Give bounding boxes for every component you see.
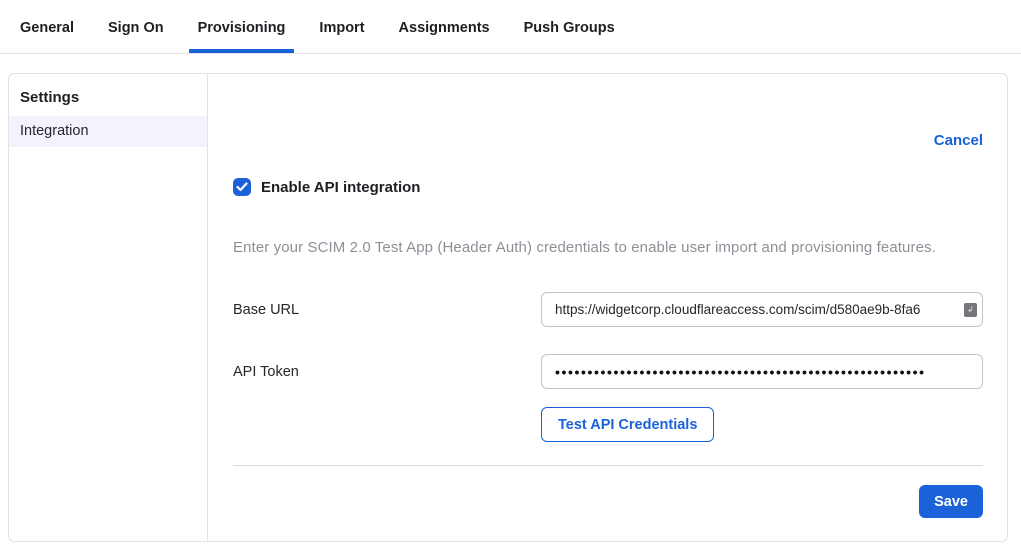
tab-general[interactable]: General <box>11 3 83 53</box>
tab-provisioning[interactable]: Provisioning <box>189 3 295 53</box>
sidebar-heading-settings: Settings <box>9 84 207 116</box>
tab-assignments[interactable]: Assignments <box>390 3 499 53</box>
cancel-link[interactable]: Cancel <box>934 132 983 149</box>
provisioning-card: Settings Integration Cancel Enable API i… <box>8 73 1008 542</box>
enable-api-integration-row: Enable API integration <box>233 178 983 196</box>
api-token-input[interactable] <box>541 354 983 389</box>
test-credentials-row: Test API Credentials <box>233 407 983 442</box>
checkmark-icon <box>236 182 248 192</box>
api-token-row: API Token <box>233 354 983 389</box>
tab-sign-on[interactable]: Sign On <box>99 3 173 53</box>
sidebar-item-integration[interactable]: Integration <box>9 116 207 147</box>
api-token-label: API Token <box>233 364 541 380</box>
app-tab-bar: General Sign On Provisioning Import Assi… <box>0 0 1021 54</box>
base-url-label: Base URL <box>233 302 541 318</box>
base-url-input[interactable] <box>541 292 983 327</box>
tab-import[interactable]: Import <box>310 3 373 53</box>
integration-panel: Cancel Enable API integration Enter your… <box>208 74 1007 541</box>
settings-sidebar: Settings Integration <box>9 74 208 541</box>
tab-push-groups[interactable]: Push Groups <box>515 3 624 53</box>
save-row: Save <box>233 485 983 518</box>
cancel-row: Cancel <box>233 132 983 149</box>
base-url-row: Base URL ↲ <box>233 292 983 327</box>
footer-divider <box>233 465 983 466</box>
save-button[interactable]: Save <box>919 485 983 518</box>
api-token-input-wrap <box>541 354 983 389</box>
enable-api-integration-checkbox[interactable] <box>233 178 251 196</box>
base-url-input-wrap: ↲ <box>541 292 983 327</box>
credentials-description: Enter your SCIM 2.0 Test App (Header Aut… <box>233 239 983 256</box>
enable-api-integration-label: Enable API integration <box>261 179 420 196</box>
test-api-credentials-button[interactable]: Test API Credentials <box>541 407 714 442</box>
